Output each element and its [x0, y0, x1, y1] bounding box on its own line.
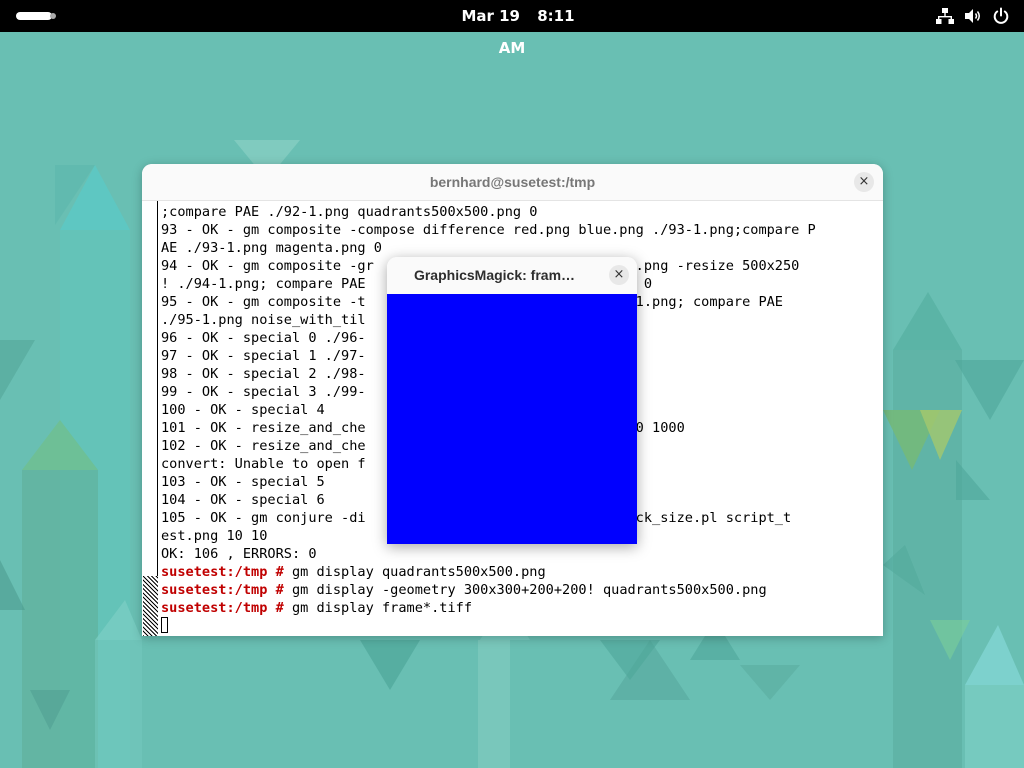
terminal-line-text: 104 - OK - special 6 — [161, 492, 325, 508]
gm-close-button[interactable]: × — [609, 265, 629, 285]
date-time-clock[interactable]: Mar 19 8:11 AM — [440, 0, 590, 57]
gm-image-canvas[interactable] — [387, 294, 637, 544]
terminal-gutter-line — [157, 201, 158, 576]
volume-icon — [964, 7, 982, 25]
terminal-line-text: ./95-1.png noise_with_til — [161, 312, 366, 328]
network-icon — [936, 7, 954, 25]
terminal-line-text: ;compare PAE ./92-1.png quadrants500x500… — [161, 204, 538, 220]
terminal-line-text: 97 - OK - special 1 ./97- — [161, 348, 366, 364]
terminal-input-line[interactable] — [161, 617, 883, 635]
workspace-indicator-active — [16, 12, 52, 20]
terminal-line-text: OK: 106 , ERRORS: 0 — [161, 546, 317, 562]
terminal-line-text: 99 - OK - special 3 ./99- — [161, 384, 366, 400]
graphicsmagick-window: GraphicsMagick: fram… × — [387, 257, 637, 544]
activities-button[interactable] — [10, 8, 58, 24]
terminal-line: susetest:/tmp # gm display frame*.tiff — [161, 599, 883, 617]
terminal-line-text: 98 - OK - special 2 ./98- — [161, 366, 366, 382]
terminal-line: susetest:/tmp # gm display -geometry 300… — [161, 581, 883, 599]
terminal-line-text: convert: Unable to open f — [161, 456, 366, 472]
terminal-close-button[interactable]: × — [854, 172, 874, 192]
terminal-line: 93 - OK - gm composite -compose differen… — [161, 221, 883, 239]
power-icon — [992, 7, 1010, 25]
shell-prompt: susetest:/tmp # — [161, 582, 284, 598]
system-menu[interactable] — [936, 6, 1010, 26]
terminal-scrollbar[interactable] — [142, 201, 159, 636]
terminal-line-text: est.png 10 10 — [161, 528, 268, 544]
clock-date: Mar 19 — [461, 7, 520, 25]
terminal-line: ;compare PAE ./92-1.png quadrants500x500… — [161, 203, 883, 221]
terminal-line-text: AE ./93-1.png magenta.png 0 — [161, 240, 382, 256]
terminal-line: susetest:/tmp # gm display quadrants500x… — [161, 563, 883, 581]
terminal-line-text: gm display quadrants500x500.png — [283, 564, 546, 580]
terminal-line-text: 103 - OK - special 5 — [161, 474, 325, 490]
top-bar: Mar 19 8:11 AM — [0, 0, 1024, 57]
terminal-line-text: 93 - OK - gm composite -compose differen… — [161, 222, 816, 238]
text-cursor — [161, 617, 168, 633]
terminal-line-text: 96 - OK - special 0 ./96- — [161, 330, 366, 346]
terminal-line: OK: 106 , ERRORS: 0 — [161, 545, 883, 563]
gm-title: GraphicsMagick: fram… — [413, 267, 576, 283]
terminal-line: AE ./93-1.png magenta.png 0 — [161, 239, 883, 257]
gm-titlebar[interactable]: GraphicsMagick: fram… × — [387, 257, 637, 294]
workspace-indicator-dot — [50, 13, 56, 19]
terminal-line-text: gm display frame*.tiff — [283, 600, 473, 616]
terminal-titlebar[interactable]: bernhard@susetest:/tmp × — [142, 164, 883, 201]
terminal-line-text: 100 - OK - special 4 — [161, 402, 325, 418]
terminal-scrollbar-thumb[interactable] — [143, 576, 158, 636]
shell-prompt: susetest:/tmp # — [161, 564, 284, 580]
terminal-title: bernhard@susetest:/tmp — [429, 174, 596, 190]
terminal-line-text: gm display -geometry 300x300+200+200! qu… — [283, 582, 767, 598]
shell-prompt: susetest:/tmp # — [161, 600, 284, 616]
